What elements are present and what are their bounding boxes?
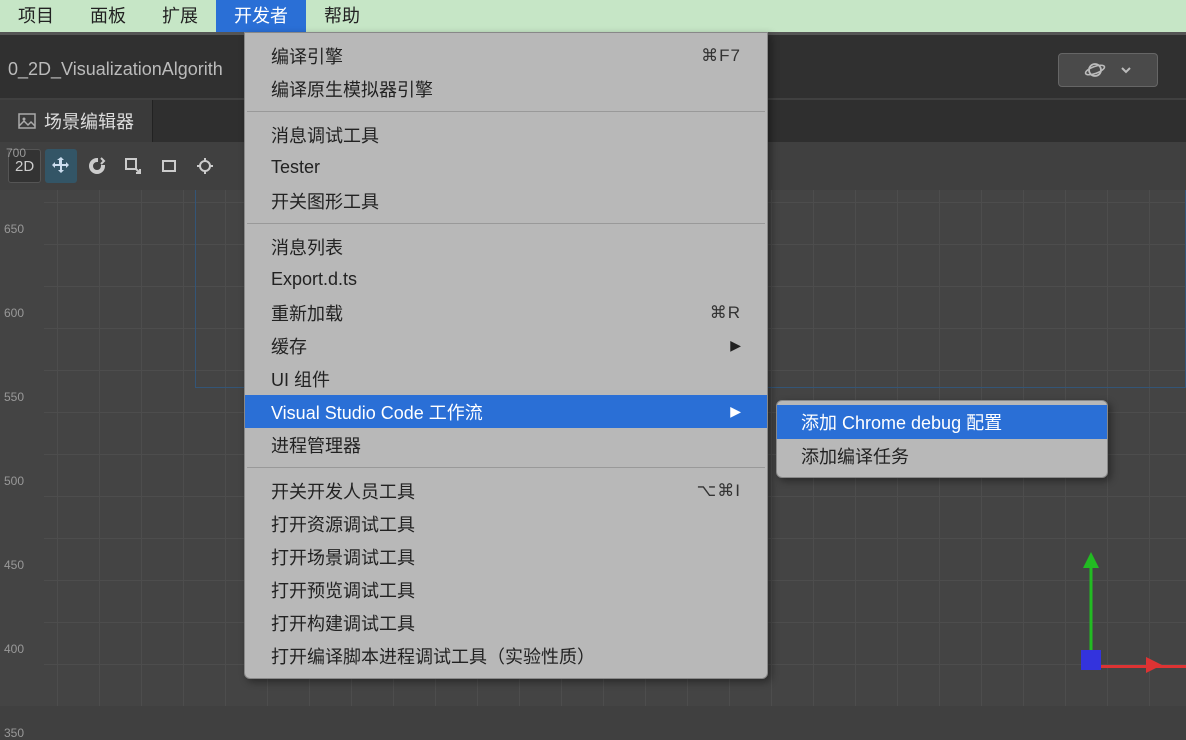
menu-item-label: 重新加载 <box>271 300 343 326</box>
ruler-origin-label: 700 <box>6 146 26 160</box>
ruler-tick: 450 <box>4 558 24 572</box>
menubar: 项目面板扩展开发者帮助 <box>0 0 1186 32</box>
menu-shortcut: ⌥⌘I <box>697 481 741 501</box>
planet-icon <box>1084 59 1106 81</box>
menu-item-label: 编译引擎 <box>271 43 343 69</box>
menu-item-label: Tester <box>271 157 320 178</box>
menu-separator <box>247 467 765 468</box>
menu-item[interactable]: 打开资源调试工具 <box>245 507 767 540</box>
menu-item-label: 缓存 <box>271 333 307 359</box>
submenu-item[interactable]: 添加编译任务 <box>777 439 1107 473</box>
planet-dropdown-button[interactable] <box>1058 53 1158 87</box>
menu-separator <box>247 111 765 112</box>
menu-item[interactable]: 打开场景调试工具 <box>245 540 767 573</box>
menu-item[interactable]: 重新加载 ⌘R <box>245 296 767 329</box>
menu-item-label: 打开构建调试工具 <box>271 610 415 636</box>
menu-item[interactable]: 打开预览调试工具 <box>245 573 767 606</box>
ruler-tick: 350 <box>4 726 24 740</box>
chevron-down-icon <box>1120 64 1132 76</box>
ruler-tick: 500 <box>4 474 24 488</box>
menu-item-label: 打开编译脚本进程调试工具（实验性质） <box>271 643 595 669</box>
menu-item-label: 打开场景调试工具 <box>271 544 415 570</box>
ruler-tick: 400 <box>4 642 24 656</box>
menu-item[interactable]: Tester <box>245 151 767 184</box>
menu-item[interactable]: Visual Studio Code 工作流 ▶ <box>245 395 767 428</box>
scale-tool-button[interactable] <box>117 149 149 183</box>
menu-item[interactable]: 开关图形工具 <box>245 184 767 217</box>
tab-scene-editor[interactable]: 场景编辑器 <box>0 100 153 142</box>
rect-tool-button[interactable] <box>153 149 185 183</box>
menu-item[interactable]: 消息调试工具 <box>245 118 767 151</box>
anchor-tool-button[interactable] <box>189 149 221 183</box>
rotate-tool-button[interactable] <box>81 149 113 183</box>
menu-shortcut: ⌘R <box>710 303 741 323</box>
menu-separator <box>247 223 765 224</box>
project-tab[interactable]: 0_2D_VisualizationAlgorith <box>0 40 239 98</box>
menu-item-label: 编译原生模拟器引擎 <box>271 76 433 102</box>
menu-item[interactable]: Export.d.ts <box>245 263 767 296</box>
axis-gizmo <box>1026 556 1156 686</box>
menu-item-label: UI 组件 <box>271 366 330 392</box>
menu-item-label: 消息调试工具 <box>271 122 379 148</box>
submenu-item[interactable]: 添加 Chrome debug 配置 <box>777 405 1107 439</box>
menu-item[interactable]: 进程管理器 <box>245 428 767 461</box>
menu-扩展[interactable]: 扩展 <box>144 0 216 32</box>
menu-帮助[interactable]: 帮助 <box>306 0 378 32</box>
ruler-tick: 600 <box>4 306 24 320</box>
vscode-submenu: 添加 Chrome debug 配置添加编译任务 <box>776 400 1108 478</box>
menu-item[interactable]: 缓存 ▶ <box>245 329 767 362</box>
menu-item-label: 打开资源调试工具 <box>271 511 415 537</box>
ruler-vertical: 650600550500450400350 <box>0 190 44 706</box>
image-icon <box>18 112 36 130</box>
move-tool-button[interactable] <box>45 149 77 183</box>
menu-item[interactable]: 打开编译脚本进程调试工具（实验性质） <box>245 639 767 672</box>
menu-item[interactable]: 消息列表 <box>245 230 767 263</box>
menu-item-label: 开关开发人员工具 <box>271 478 415 504</box>
menu-item[interactable]: 开关开发人员工具 ⌥⌘I <box>245 474 767 507</box>
ruler-tick: 650 <box>4 222 24 236</box>
scene-tab-label: 场景编辑器 <box>44 108 134 134</box>
menu-item-label: Export.d.ts <box>271 269 357 290</box>
submenu-arrow-icon: ▶ <box>730 403 741 420</box>
ruler-tick: 550 <box>4 390 24 404</box>
menu-item-label: 开关图形工具 <box>271 188 379 214</box>
menu-shortcut: ⌘F7 <box>701 46 741 66</box>
menu-item-label: 打开预览调试工具 <box>271 577 415 603</box>
menu-item-label: 消息列表 <box>271 234 343 260</box>
developer-menu: 编译引擎 ⌘F7 编译原生模拟器引擎消息调试工具 Tester 开关图形工具消息列表 Ex… <box>244 32 768 679</box>
menu-item[interactable]: UI 组件 <box>245 362 767 395</box>
menu-开发者[interactable]: 开发者 <box>216 0 306 32</box>
menu-item[interactable]: 编译原生模拟器引擎 <box>245 72 767 105</box>
menu-项目[interactable]: 项目 <box>0 0 72 32</box>
menu-item[interactable]: 编译引擎 ⌘F7 <box>245 39 767 72</box>
submenu-arrow-icon: ▶ <box>730 337 741 354</box>
menu-item-label: Visual Studio Code 工作流 <box>271 399 483 425</box>
menu-面板[interactable]: 面板 <box>72 0 144 32</box>
menu-item-label: 进程管理器 <box>271 432 361 458</box>
menu-item[interactable]: 打开构建调试工具 <box>245 606 767 639</box>
